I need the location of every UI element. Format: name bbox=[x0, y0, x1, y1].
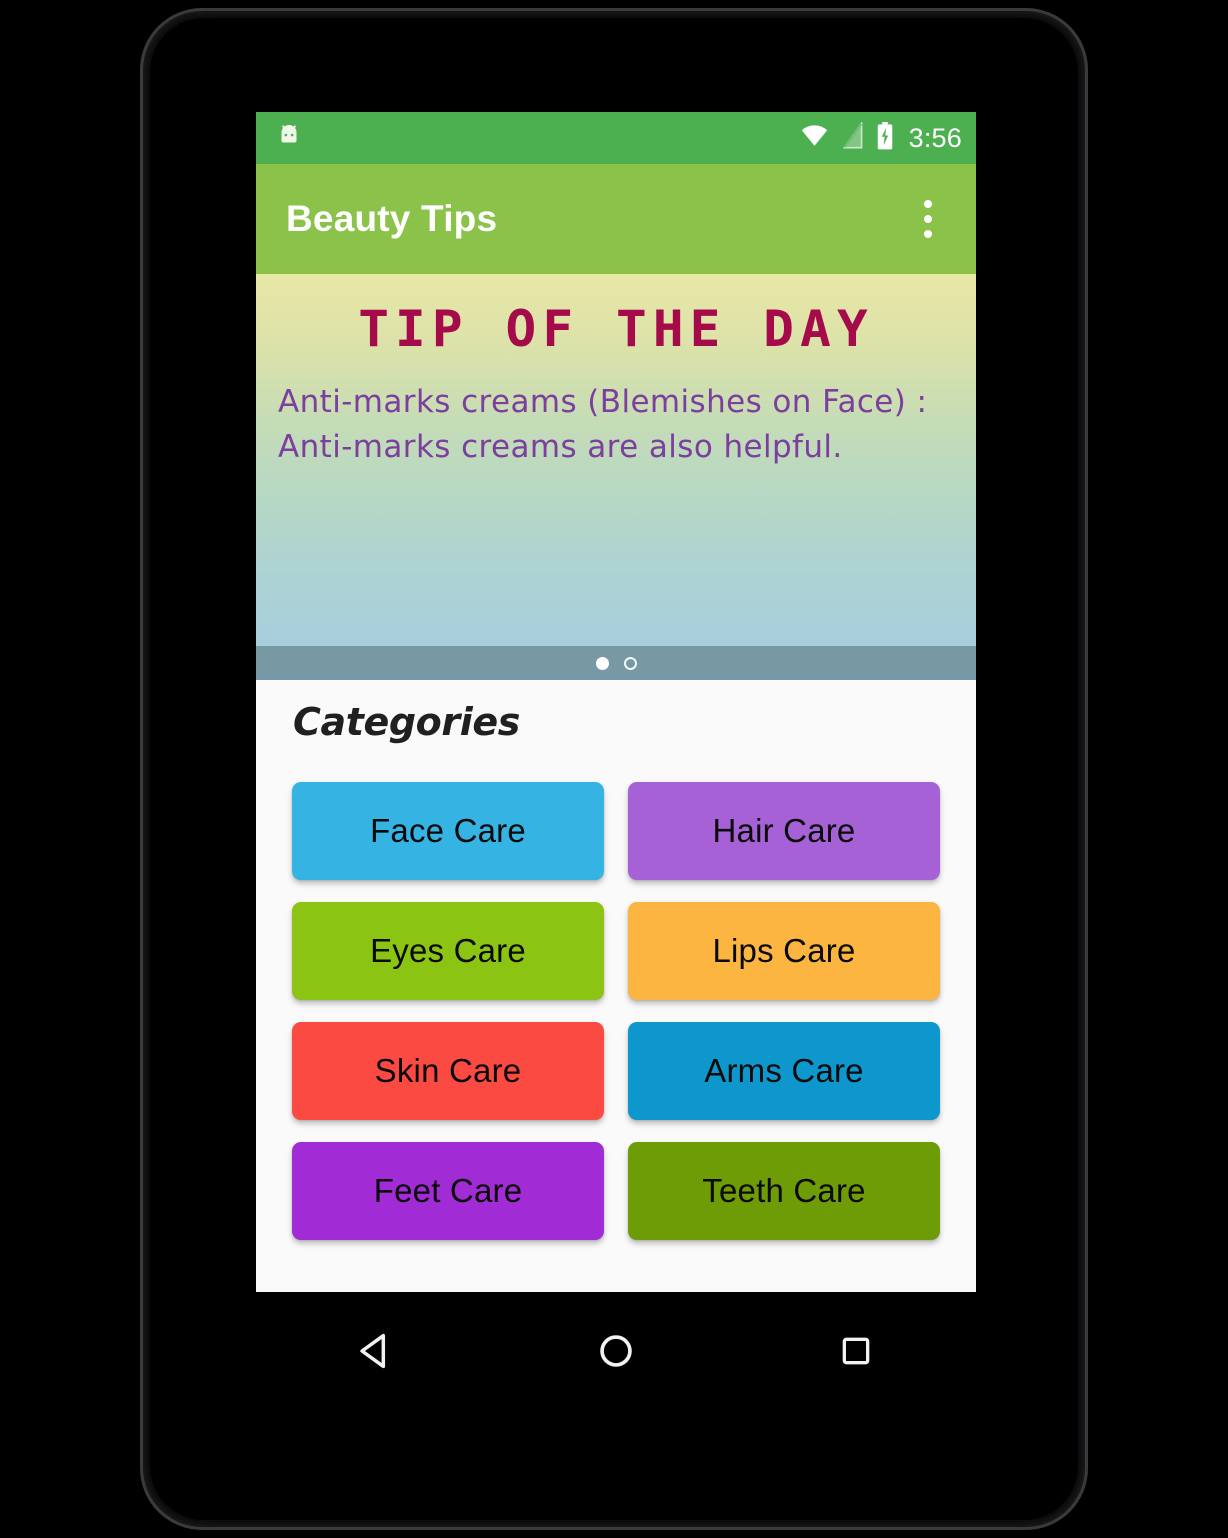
phone-screen: 3:56 Beauty Tips TIP OF THE DAY Anti-mar… bbox=[256, 112, 976, 1292]
circle-home-icon bbox=[600, 1335, 632, 1367]
tip-of-the-day-banner[interactable]: TIP OF THE DAY Anti-marks creams (Blemis… bbox=[256, 274, 976, 680]
overflow-dot-icon bbox=[924, 215, 932, 223]
categories-section: Categories Face Care Hair Care Eyes Care… bbox=[256, 680, 976, 1292]
no-sim-icon bbox=[841, 120, 865, 154]
tip-of-the-day-text: Anti-marks creams (Blemishes on Face) : … bbox=[278, 384, 928, 465]
category-label: Eyes Care bbox=[370, 932, 526, 969]
page-dot-1[interactable] bbox=[595, 656, 609, 670]
category-button-feet-care[interactable]: Feet Care bbox=[292, 1142, 604, 1240]
category-label: Hair Care bbox=[712, 812, 856, 849]
category-button-hair-care[interactable]: Hair Care bbox=[628, 782, 940, 880]
overflow-menu-button[interactable] bbox=[906, 189, 950, 249]
category-button-face-care[interactable]: Face Care bbox=[292, 782, 604, 880]
battery-charging-icon bbox=[876, 121, 894, 155]
category-label: Skin Care bbox=[374, 1052, 522, 1089]
category-grid: Face Care Hair Care Eyes Care Lips Care … bbox=[292, 782, 940, 1240]
page-indicator-container bbox=[256, 646, 976, 680]
categories-heading: Categories bbox=[293, 700, 520, 744]
category-label: Lips Care bbox=[712, 932, 856, 969]
status-bar: 3:56 bbox=[256, 112, 976, 164]
home-button[interactable] bbox=[570, 1305, 662, 1397]
category-button-arms-care[interactable]: Arms Care bbox=[628, 1022, 940, 1120]
category-label: Teeth Care bbox=[702, 1172, 866, 1209]
app-title: Beauty Tips bbox=[286, 198, 498, 239]
square-recents-icon bbox=[842, 1337, 870, 1365]
android-mascot-icon bbox=[274, 121, 304, 156]
category-button-teeth-care[interactable]: Teeth Care bbox=[628, 1142, 940, 1240]
category-label: Arms Care bbox=[704, 1052, 864, 1089]
android-nav-bar bbox=[256, 1292, 976, 1410]
overflow-dot-icon bbox=[924, 200, 932, 208]
category-label: Feet Care bbox=[373, 1172, 523, 1209]
category-button-skin-care[interactable]: Skin Care bbox=[292, 1022, 604, 1120]
recents-button[interactable] bbox=[810, 1305, 902, 1397]
back-button[interactable] bbox=[330, 1305, 422, 1397]
triangle-back-icon bbox=[360, 1333, 386, 1369]
category-label: Face Care bbox=[370, 812, 526, 849]
overflow-dot-icon bbox=[924, 230, 932, 238]
tip-of-the-day-title: TIP OF THE DAY bbox=[358, 300, 874, 358]
status-bar-clock: 3:56 bbox=[908, 122, 962, 153]
wifi-icon bbox=[799, 124, 830, 153]
category-button-eyes-care[interactable]: Eyes Care bbox=[292, 902, 604, 1000]
app-bar: Beauty Tips bbox=[256, 164, 976, 274]
status-bar-icons: 3:56 bbox=[799, 120, 962, 155]
page-dot-2[interactable] bbox=[623, 656, 637, 670]
category-button-lips-care[interactable]: Lips Care bbox=[628, 902, 940, 1000]
